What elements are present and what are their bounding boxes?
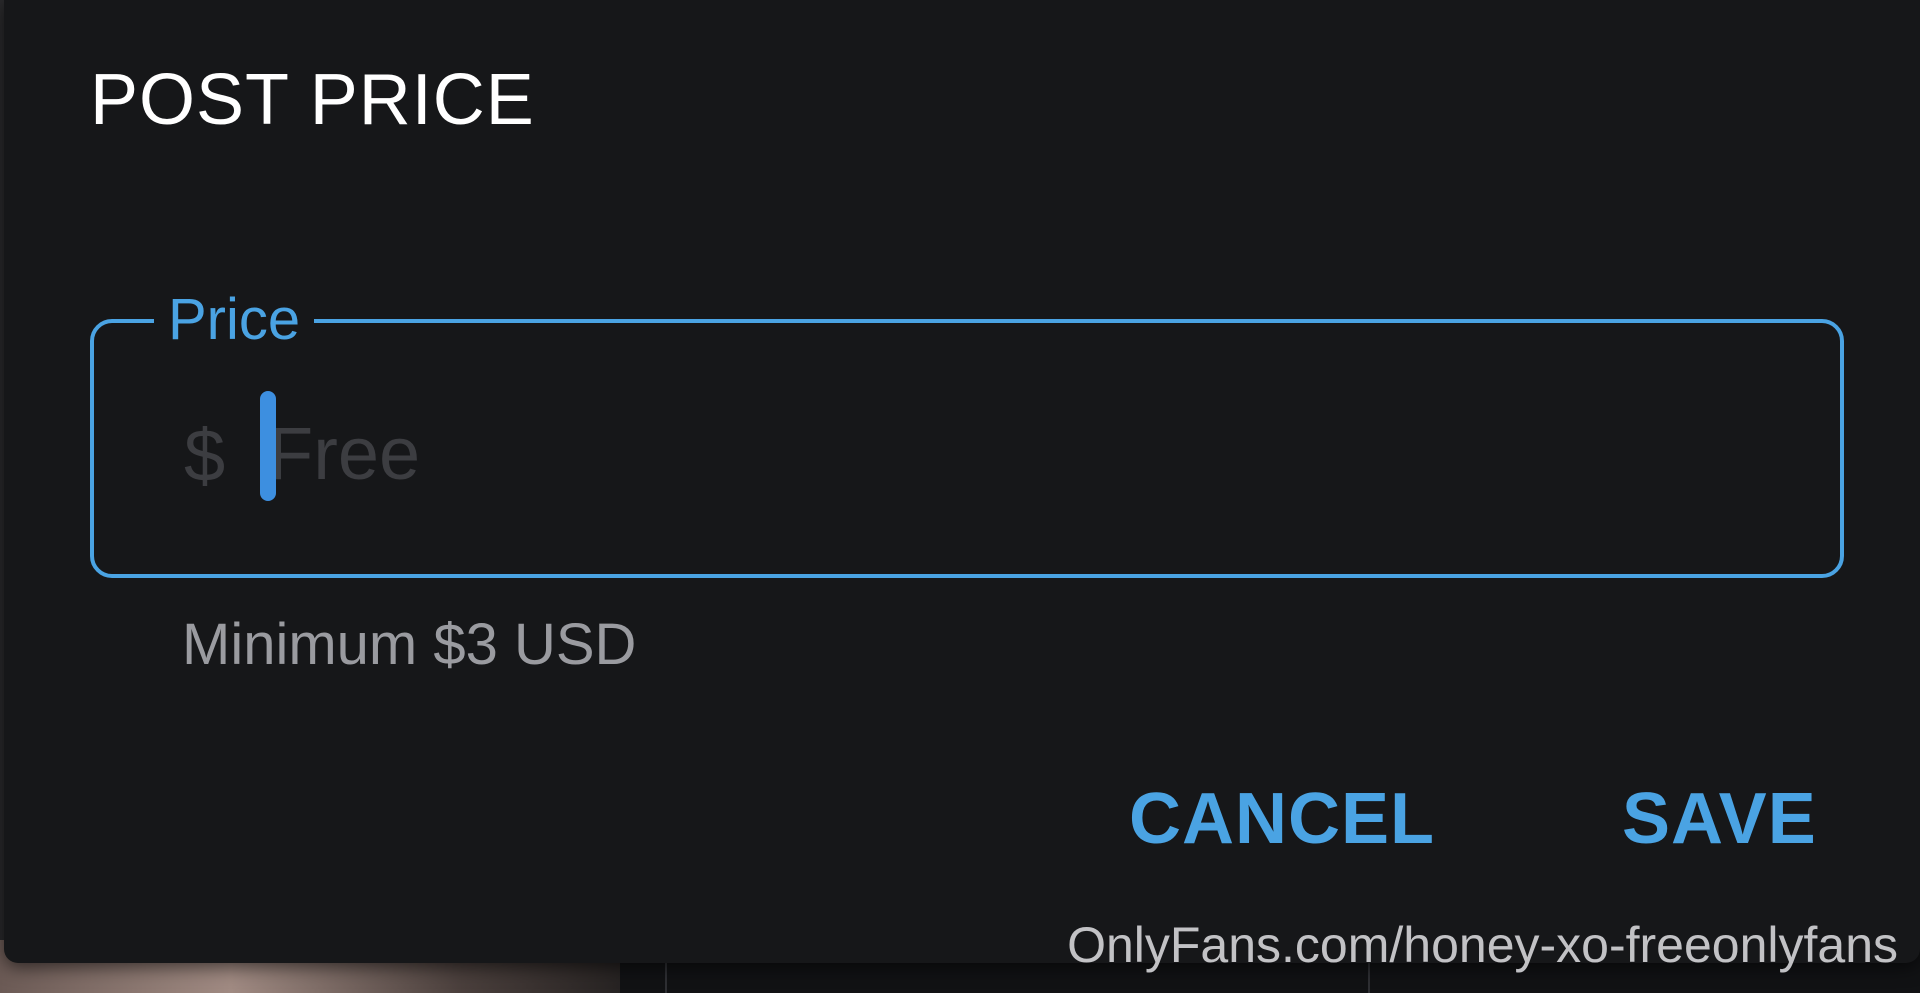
save-button[interactable]: SAVE bbox=[1622, 779, 1817, 859]
dialog-title: POST PRICE bbox=[90, 60, 535, 140]
price-helper-text: Minimum $3 USD bbox=[182, 612, 637, 677]
currency-symbol: $ bbox=[184, 414, 226, 497]
price-input[interactable] bbox=[268, 403, 1768, 503]
cancel-button[interactable]: CANCEL bbox=[1129, 779, 1435, 859]
price-field-label: Price bbox=[154, 285, 315, 355]
price-field[interactable]: Price $ bbox=[90, 285, 1844, 578]
watermark: OnlyFans.com/honey-xo-freeonlyfans bbox=[1067, 917, 1898, 973]
text-cursor bbox=[260, 391, 276, 501]
post-price-dialog: POST PRICE Price $ Minimum $3 USD CANCEL… bbox=[4, 0, 1920, 963]
